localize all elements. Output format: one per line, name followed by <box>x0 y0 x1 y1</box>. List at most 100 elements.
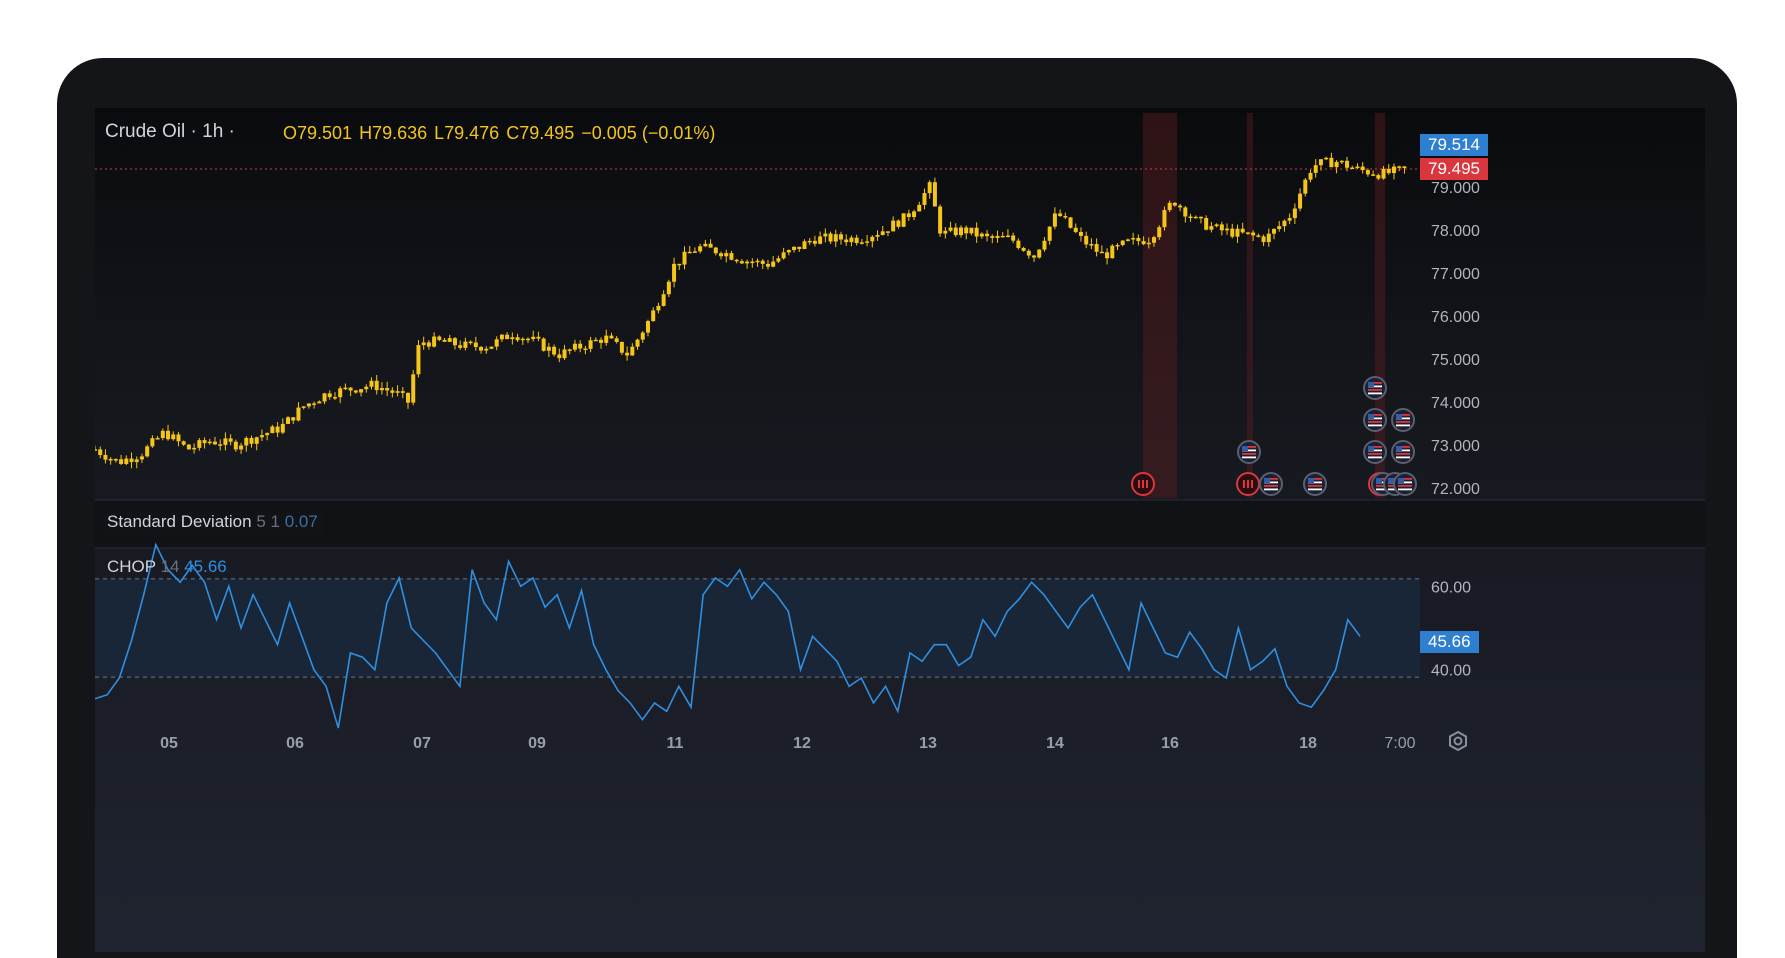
candle-body <box>901 213 906 227</box>
candle-body <box>95 449 97 451</box>
candle-body <box>364 386 369 390</box>
candle-body <box>734 259 739 262</box>
stddev-legend[interactable]: Standard Deviation 5 1 0.07 <box>101 508 324 536</box>
candle-body <box>1371 174 1376 176</box>
candle-body <box>113 458 118 461</box>
us-flag-canton <box>1242 446 1248 451</box>
candle-body <box>792 246 797 251</box>
candle-body <box>338 388 343 398</box>
candle-body <box>912 211 917 218</box>
candle-body <box>1298 193 1303 209</box>
candle-body <box>176 434 181 442</box>
candle-body <box>677 263 682 266</box>
candle-body <box>656 305 661 311</box>
candle-body <box>546 346 551 351</box>
candle-body <box>1052 213 1057 227</box>
candle-body <box>719 253 724 257</box>
candle-body <box>1021 247 1026 251</box>
ohlc-open: O79.501 <box>283 123 353 143</box>
candle-body <box>1272 229 1276 234</box>
candle-body <box>160 430 165 439</box>
candle-body <box>228 438 233 442</box>
candle-body <box>505 334 510 340</box>
candle-body <box>233 441 238 450</box>
candle-body <box>1032 255 1037 258</box>
chop-name: CHOP <box>107 557 156 576</box>
chop-badge: 45.66 <box>1420 631 1479 653</box>
candle-body <box>844 239 849 243</box>
candle-body <box>1110 245 1115 259</box>
candle-body <box>1329 157 1334 168</box>
y-tick-label: 79.000 <box>1431 180 1480 197</box>
candle-body <box>917 204 922 212</box>
candle-body <box>880 231 885 235</box>
candle-body <box>938 206 943 234</box>
candle-body <box>729 253 734 260</box>
event-band <box>1143 113 1177 498</box>
candle-body <box>1204 218 1209 230</box>
candle-body <box>447 338 452 342</box>
candle-body <box>765 263 770 267</box>
candle-body <box>1391 166 1396 174</box>
gear-icon[interactable] <box>1447 730 1469 752</box>
price-badge-current: 79.514 <box>1420 134 1488 156</box>
chop-y-tick: 40.00 <box>1431 663 1471 680</box>
candle-body <box>395 391 400 393</box>
candle-body <box>578 343 583 349</box>
candle-body <box>520 338 525 341</box>
candle-body <box>1397 166 1402 168</box>
candle-body <box>536 336 541 339</box>
x-tick-label: 12 <box>793 735 811 752</box>
candle-body <box>280 423 285 433</box>
candle-body <box>317 401 322 404</box>
candle-body <box>1099 251 1104 254</box>
x-tick-label: 16 <box>1161 735 1179 752</box>
candle-body <box>839 234 844 240</box>
candle-body <box>197 440 202 448</box>
candle-body <box>1219 224 1224 231</box>
candle-body <box>1292 208 1297 219</box>
candle-body <box>218 444 223 446</box>
candle-body <box>562 349 567 359</box>
candle-body <box>155 438 160 440</box>
candle-body <box>875 234 880 237</box>
candle-body <box>442 339 447 342</box>
candle-body <box>724 253 729 257</box>
candle-body <box>353 390 358 393</box>
candle-body <box>212 441 217 445</box>
candle-body <box>1105 252 1110 259</box>
candle-body <box>249 437 254 444</box>
candle-body <box>739 261 744 264</box>
candle-body <box>1073 227 1078 232</box>
us-flag-stripe <box>1368 389 1382 391</box>
candle-body <box>1005 235 1010 238</box>
candle-body <box>166 430 171 440</box>
candle-body <box>510 337 515 340</box>
candle-body <box>359 389 364 393</box>
candle-body <box>515 337 520 341</box>
candle-body <box>259 435 264 438</box>
symbol-title[interactable]: Crude Oil · 1h · <box>105 121 235 143</box>
candle-body <box>1251 232 1256 236</box>
candle-body <box>421 342 426 346</box>
candle-body <box>489 346 494 349</box>
candle-body <box>692 251 697 253</box>
candle-body <box>760 260 765 264</box>
chop-legend[interactable]: CHOP 14 45.66 <box>101 553 233 581</box>
us-flag-icon <box>1363 440 1387 464</box>
us-flag-canton <box>1368 446 1374 451</box>
ohlc-readout: O79.501 H79.636 L79.476 C79.495 −0.005 (−0.0… <box>283 123 722 144</box>
candle-body <box>990 236 995 238</box>
candle-body <box>1261 236 1266 243</box>
candle-body <box>124 458 129 464</box>
candle-body <box>348 387 353 391</box>
candle-body <box>828 233 833 242</box>
candle-body <box>1230 228 1235 237</box>
x-tick-label: 11 <box>667 735 684 752</box>
us-flag-canton <box>1388 478 1394 483</box>
us-flag-icon <box>1237 440 1261 464</box>
candle-body <box>593 339 598 342</box>
candle-body <box>108 458 113 461</box>
candle-body <box>1152 237 1157 243</box>
candle-body <box>452 338 457 346</box>
